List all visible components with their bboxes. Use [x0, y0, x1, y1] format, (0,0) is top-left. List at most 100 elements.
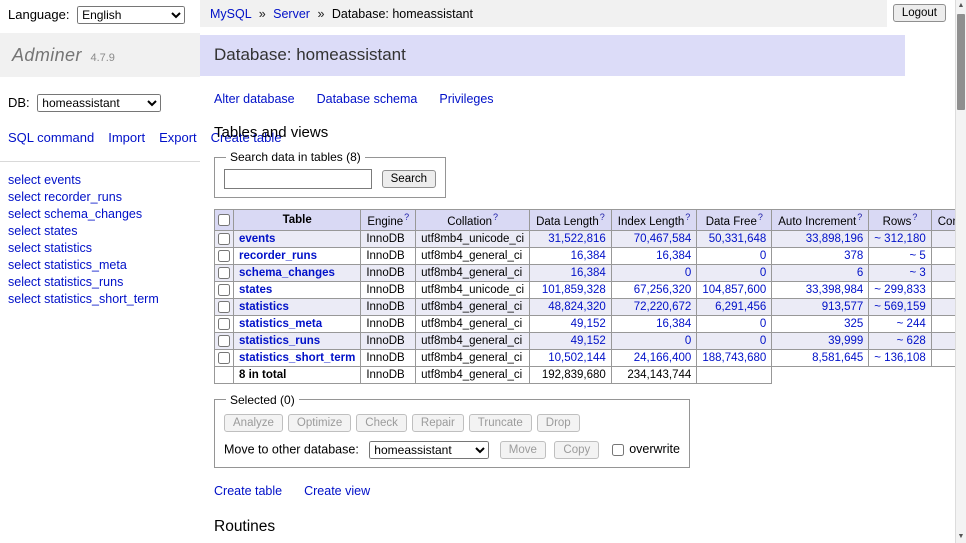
- rows-link[interactable]: ~ 136,108: [874, 352, 925, 364]
- data-free-link[interactable]: 104,857,600: [702, 284, 766, 296]
- repair-button[interactable]: Repair: [412, 414, 464, 432]
- scroll-down-icon[interactable]: ▼: [956, 531, 966, 543]
- data-free-link[interactable]: 188,743,680: [702, 352, 766, 364]
- overwrite-checkbox[interactable]: [612, 444, 624, 456]
- auto-increment-link[interactable]: 913,577: [822, 301, 864, 313]
- link-database-schema[interactable]: Database schema: [317, 92, 418, 106]
- row-checkbox-schema_changes[interactable]: [218, 267, 230, 279]
- rows-link[interactable]: ~ 628: [897, 335, 926, 347]
- link-alter-database[interactable]: Alter database: [214, 92, 295, 106]
- sidebar-item-select-statistics[interactable]: select statistics: [8, 240, 192, 256]
- table-link-statistics_runs[interactable]: statistics_runs: [239, 335, 320, 347]
- vertical-scrollbar[interactable]: ▲ ▼: [955, 0, 966, 543]
- move-db-select[interactable]: homeassistant: [369, 441, 489, 459]
- auto-increment-link[interactable]: 8,581,645: [812, 352, 863, 364]
- link-privileges[interactable]: Privileges: [439, 92, 493, 106]
- breadcrumb-server-link[interactable]: Server: [273, 7, 310, 21]
- data-length-link[interactable]: 49,152: [571, 318, 606, 330]
- auto-increment-link[interactable]: 33,898,196: [806, 233, 864, 245]
- breadcrumb-mysql-link[interactable]: MySQL: [210, 7, 251, 21]
- index-length-link[interactable]: 72,220,672: [634, 301, 692, 313]
- help-icon[interactable]: ?: [404, 212, 409, 222]
- sidebar-item-select-schema-changes[interactable]: select schema_changes: [8, 206, 192, 222]
- help-icon[interactable]: ?: [600, 212, 605, 222]
- sidebar-item-select-statistics-runs[interactable]: select statistics_runs: [8, 274, 192, 290]
- row-checkbox-states[interactable]: [218, 284, 230, 296]
- move-button[interactable]: Move: [500, 441, 546, 459]
- scroll-up-icon[interactable]: ▲: [956, 0, 966, 12]
- sidebar-item-select-statistics-meta[interactable]: select statistics_meta: [8, 257, 192, 273]
- table-link-statistics[interactable]: statistics: [239, 301, 289, 313]
- index-length-link[interactable]: 0: [685, 267, 691, 279]
- data-free-link[interactable]: 0: [760, 267, 766, 279]
- auto-increment-link[interactable]: 6: [857, 267, 863, 279]
- index-length-link[interactable]: 16,384: [656, 250, 691, 262]
- data-length-link[interactable]: 101,859,328: [542, 284, 606, 296]
- data-length-link[interactable]: 31,522,816: [548, 233, 606, 245]
- logout-button[interactable]: Logout: [893, 4, 946, 22]
- help-icon[interactable]: ?: [685, 212, 690, 222]
- sidebar-item-select-events[interactable]: select events: [8, 172, 192, 188]
- data-length-link[interactable]: 10,502,144: [548, 352, 606, 364]
- link-create-table[interactable]: Create table: [214, 484, 282, 498]
- analyze-button[interactable]: Analyze: [224, 414, 283, 432]
- rows-link[interactable]: ~ 312,180: [874, 233, 925, 245]
- sidebar-item-select-states[interactable]: select states: [8, 223, 192, 239]
- optimize-button[interactable]: Optimize: [288, 414, 351, 432]
- data-free-link[interactable]: 0: [760, 250, 766, 262]
- table-link-events[interactable]: events: [239, 233, 275, 245]
- data-length-link[interactable]: 48,824,320: [548, 301, 606, 313]
- index-length-link[interactable]: 70,467,584: [634, 233, 692, 245]
- drop-button[interactable]: Drop: [537, 414, 580, 432]
- search-button[interactable]: Search: [382, 170, 436, 188]
- rows-link[interactable]: ~ 569,159: [874, 301, 925, 313]
- help-icon[interactable]: ?: [912, 212, 917, 222]
- auto-increment-link[interactable]: 325: [844, 318, 863, 330]
- auto-increment-link[interactable]: 378: [844, 250, 863, 262]
- index-length-link[interactable]: 24,166,400: [634, 352, 692, 364]
- search-input[interactable]: [224, 169, 372, 189]
- data-free-link[interactable]: 0: [760, 318, 766, 330]
- help-icon[interactable]: ?: [758, 212, 763, 222]
- row-checkbox-statistics[interactable]: [218, 301, 230, 313]
- scrollbar-thumb[interactable]: [957, 14, 965, 110]
- index-length-link[interactable]: 0: [685, 335, 691, 347]
- row-checkbox-statistics_runs[interactable]: [218, 335, 230, 347]
- row-checkbox-events[interactable]: [218, 233, 230, 245]
- auto-increment-link[interactable]: 33,398,984: [806, 284, 864, 296]
- table-link-schema_changes[interactable]: schema_changes: [239, 267, 335, 279]
- data-length-link[interactable]: 16,384: [571, 250, 606, 262]
- table-link-statistics_meta[interactable]: statistics_meta: [239, 318, 322, 330]
- db-select[interactable]: homeassistant: [37, 94, 161, 112]
- data-length-link[interactable]: 49,152: [571, 335, 606, 347]
- data-free-link[interactable]: 50,331,648: [709, 233, 767, 245]
- rows-link[interactable]: ~ 244: [897, 318, 926, 330]
- sidebar-action-export[interactable]: Export: [159, 130, 197, 145]
- help-icon[interactable]: ?: [493, 212, 498, 222]
- table-link-states[interactable]: states: [239, 284, 272, 296]
- sidebar-action-sql-command[interactable]: SQL command: [8, 130, 94, 145]
- sidebar-action-import[interactable]: Import: [108, 130, 145, 145]
- row-checkbox-statistics_short_term[interactable]: [218, 352, 230, 364]
- sidebar-item-select-recorder-runs[interactable]: select recorder_runs: [8, 189, 192, 205]
- rows-link[interactable]: ~ 299,833: [874, 284, 925, 296]
- index-length-link[interactable]: 16,384: [656, 318, 691, 330]
- select-all-checkbox[interactable]: [218, 214, 230, 226]
- row-checkbox-statistics_meta[interactable]: [218, 318, 230, 330]
- truncate-button[interactable]: Truncate: [469, 414, 532, 432]
- data-free-link[interactable]: 6,291,456: [715, 301, 766, 313]
- table-link-recorder_runs[interactable]: recorder_runs: [239, 250, 317, 262]
- auto-increment-link[interactable]: 39,999: [828, 335, 863, 347]
- rows-link[interactable]: ~ 3: [909, 267, 925, 279]
- check-button[interactable]: Check: [356, 414, 407, 432]
- data-length-link[interactable]: 16,384: [571, 267, 606, 279]
- table-link-statistics_short_term[interactable]: statistics_short_term: [239, 352, 355, 364]
- row-checkbox-recorder_runs[interactable]: [218, 250, 230, 262]
- data-free-link[interactable]: 0: [760, 335, 766, 347]
- link-create-view[interactable]: Create view: [304, 484, 370, 498]
- help-icon[interactable]: ?: [857, 212, 862, 222]
- copy-button[interactable]: Copy: [554, 441, 599, 459]
- language-select[interactable]: English: [77, 6, 185, 24]
- index-length-link[interactable]: 67,256,320: [634, 284, 692, 296]
- rows-link[interactable]: ~ 5: [909, 250, 925, 262]
